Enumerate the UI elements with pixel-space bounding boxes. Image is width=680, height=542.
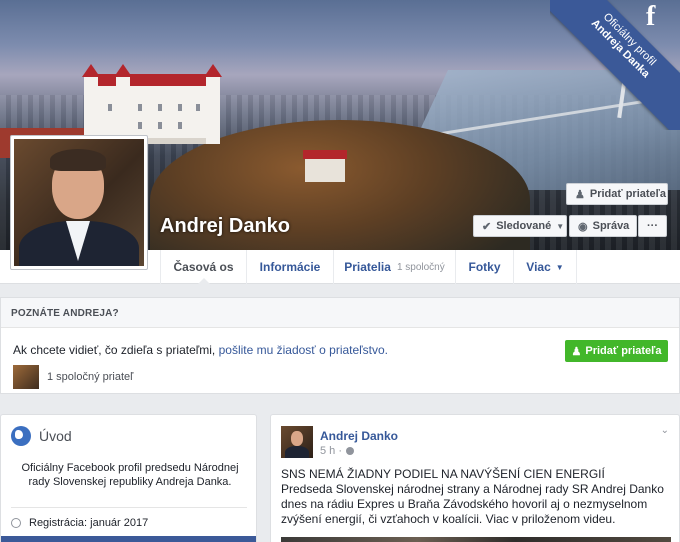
tab-more-label: Viac [526, 260, 551, 274]
intro-title: Úvod [11, 426, 72, 446]
tab-about-label: Informácie [259, 260, 321, 274]
add-friend-cover-label: Pridať priateľa [589, 188, 667, 200]
friend-request-text: Ak chcete vidieť, čo zdieľa s priateľmi, [13, 343, 219, 357]
friend-request-prompt: Ak chcete vidieť, čo zdieľa s priateľmi,… [13, 343, 388, 357]
post-author-avatar[interactable] [281, 426, 313, 458]
intro-divider [11, 507, 247, 508]
avatar [14, 139, 144, 266]
intro-bottom-bar [1, 536, 256, 542]
more-options-label: ··· [647, 220, 658, 232]
add-friend-icon: ♟ [575, 188, 585, 201]
tab-timeline-label: Časová os [173, 260, 234, 274]
add-friend-label: Pridať priateľa [585, 345, 662, 357]
add-friend-cover-button[interactable]: ♟ Pridať priateľa [566, 183, 668, 205]
post-headline: SNS NEMÁ ŽIADNY PODIEL NA NAVÝŠENÍ CIEN … [281, 467, 605, 481]
add-friend-icon: ♟ [571, 345, 582, 358]
post-body: Predseda Slovenskej národnej strany a Ná… [281, 482, 664, 526]
message-label: Správa [592, 220, 630, 232]
post-text: SNS NEMÁ ŽIADNY PODIEL NA NAVÝŠENÍ CIEN … [281, 467, 676, 527]
intro-card: Úvod Oficiálny Facebook profil predsedu … [0, 414, 257, 542]
tab-more[interactable]: Viac ▼ [513, 250, 577, 284]
know-person-heading: POZNÁTE ANDREJA? [1, 298, 679, 328]
message-bubble-icon: ◉ [578, 220, 588, 233]
cover-red-house [303, 150, 347, 182]
chevron-down-icon: ▼ [555, 262, 564, 272]
post-options-chevron-icon[interactable]: ⌄ [661, 425, 669, 436]
profile-picture[interactable] [10, 135, 148, 270]
checkmark-icon: ✔ [482, 220, 492, 233]
following-label: Sledované [496, 220, 552, 232]
following-button[interactable]: ✔ Sledované ▼ [473, 215, 567, 237]
official-profile-ribbon: Oficiálny profil Andreja Danka f [550, 0, 680, 130]
intro-description: Oficiálny Facebook profil predsedu Národ… [21, 462, 239, 488]
facebook-logo-icon: f [646, 1, 656, 32]
globe-icon [11, 426, 31, 446]
mutual-friend-thumbnail[interactable] [13, 365, 39, 389]
intro-title-label: Úvod [39, 428, 72, 444]
friend-request-link[interactable]: pošlite mu žiadosť o priateľstvo. [219, 343, 388, 357]
tab-photos[interactable]: Fotky [455, 250, 513, 284]
tab-about[interactable]: Informácie [246, 250, 333, 284]
profile-name[interactable]: Andrej Danko [160, 215, 290, 238]
post-card: Andrej Danko 5 h · ⌄ SNS NEMÁ ŽIADNY POD… [270, 414, 680, 542]
post-video-thumbnail[interactable] [281, 537, 671, 542]
message-button[interactable]: ◉ Správa [569, 215, 637, 237]
clock-icon [11, 518, 21, 528]
tab-friends-label: Priatelia [344, 260, 391, 274]
add-friend-button[interactable]: ♟ Pridať priateľa [565, 340, 668, 362]
chevron-down-icon: ▼ [556, 221, 565, 231]
tab-photos-label: Fotky [468, 260, 501, 274]
post-timestamp[interactable]: 5 h · [320, 445, 355, 457]
registration-info: Registrácia: január 2017 [11, 517, 148, 529]
know-person-box: POZNÁTE ANDREJA? Ak chcete vidieť, čo zd… [0, 297, 680, 394]
tab-friends[interactable]: Priatelia 1 spoločný [333, 250, 455, 284]
public-globe-icon [346, 447, 355, 455]
mutual-friend-label[interactable]: 1 spoločný priateľ [47, 371, 133, 383]
post-time-label: 5 h · [320, 445, 343, 457]
post-author-name[interactable]: Andrej Danko [320, 429, 398, 443]
tab-friends-mutual-count: 1 spoločný [396, 261, 445, 273]
more-options-button[interactable]: ··· [638, 215, 667, 237]
mutual-friend[interactable]: 1 spoločný priateľ [13, 365, 133, 389]
registration-label: Registrácia: január 2017 [29, 517, 149, 529]
tab-timeline[interactable]: Časová os [160, 250, 246, 285]
